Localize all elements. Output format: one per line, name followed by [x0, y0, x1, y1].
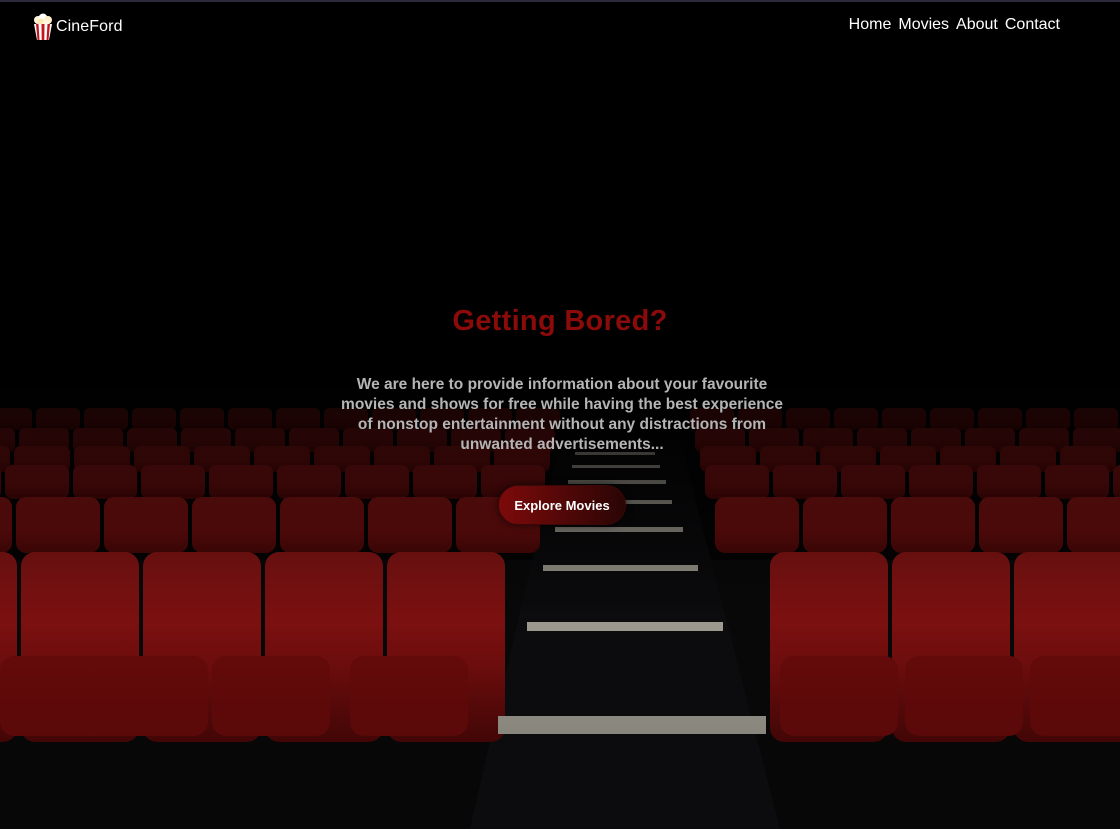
hero-title: Getting Bored?	[452, 305, 668, 337]
nav-links: Home Movies About Contact	[849, 16, 1060, 34]
nav-link-movies[interactable]: Movies	[898, 16, 949, 34]
popcorn-icon	[34, 13, 52, 40]
brand-logo-link[interactable]: CineFord	[32, 12, 123, 42]
navbar: CineFord Home Movies About Contact	[0, 0, 1120, 54]
nav-link-contact[interactable]: Contact	[1005, 16, 1060, 34]
nav-link-home[interactable]: Home	[849, 16, 892, 34]
hero-description: We are here to provide information about…	[341, 376, 783, 453]
nav-link-about[interactable]: About	[956, 16, 998, 34]
page: CineFord Home Movies About Contact Getti…	[0, 0, 1120, 829]
explore-movies-button[interactable]: Explore Movies	[498, 485, 626, 525]
brand-name: CineFord	[56, 18, 123, 35]
